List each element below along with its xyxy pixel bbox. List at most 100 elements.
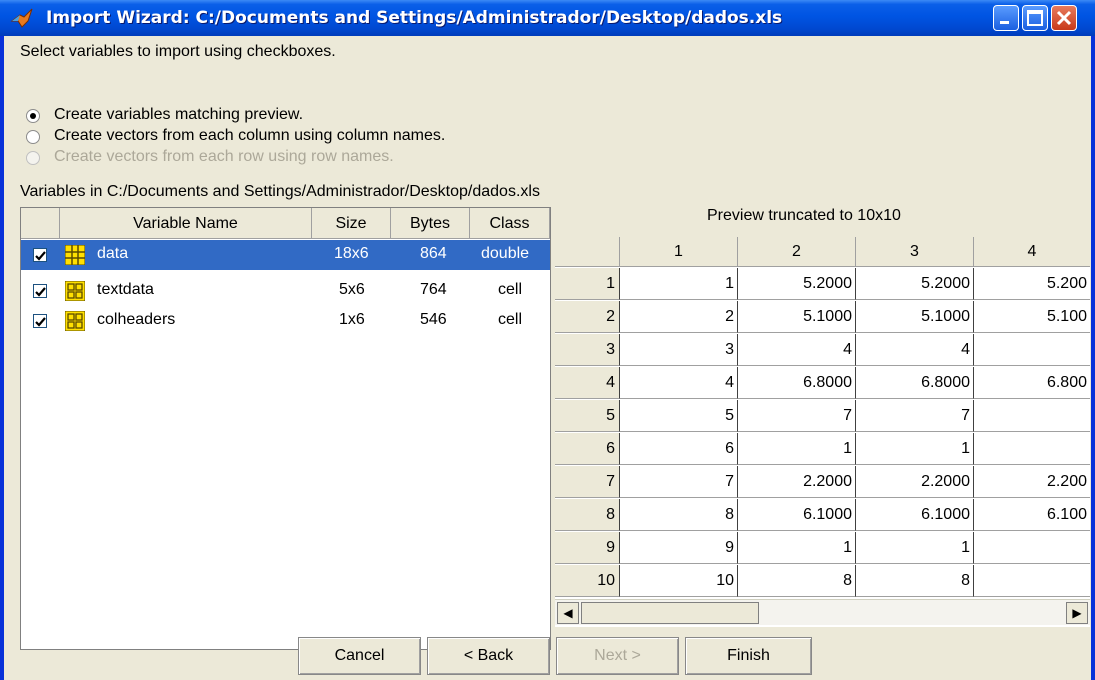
grid-cell[interactable] xyxy=(974,565,1090,597)
horizontal-scrollbar[interactable]: ◀ ▶ xyxy=(555,599,1090,625)
scroll-thumb[interactable] xyxy=(581,602,759,624)
preview-title: Preview truncated to 10x10 xyxy=(707,207,901,224)
matlab-logo-icon xyxy=(10,8,33,28)
grid-cell[interactable]: 5.2000 xyxy=(738,268,856,300)
grid-row-header: 1 xyxy=(555,268,620,300)
grid-row-header: 6 xyxy=(555,433,620,465)
minimize-button[interactable] xyxy=(993,5,1019,31)
scroll-right-arrow-icon[interactable]: ▶ xyxy=(1066,602,1088,624)
radio-button xyxy=(26,151,40,165)
column-header-size[interactable]: Size xyxy=(312,208,391,239)
checkmark-icon xyxy=(35,317,46,327)
grid-cell[interactable]: 6.100 xyxy=(974,499,1090,531)
radio-button[interactable] xyxy=(26,109,40,123)
grid-cell[interactable]: 7 xyxy=(738,400,856,432)
grid-cell[interactable]: 9 xyxy=(620,532,738,564)
grid-column-header: 3 xyxy=(856,237,974,267)
grid-column-header: 1 xyxy=(620,237,738,267)
grid-cell[interactable]: 3 xyxy=(620,334,738,366)
variable-class: cell xyxy=(498,311,523,328)
checkbox-column-header xyxy=(21,208,60,239)
variable-row-colheaders[interactable]: colheaders 1x6 546 cell xyxy=(21,306,550,336)
grid-cell[interactable]: 6.8000 xyxy=(738,367,856,399)
variable-size: 18x6 xyxy=(334,245,369,262)
variable-size: 5x6 xyxy=(339,281,365,298)
variable-bytes: 864 xyxy=(420,245,447,262)
column-header-bytes[interactable]: Bytes xyxy=(391,208,470,239)
grid-cell[interactable]: 7 xyxy=(856,400,974,432)
grid-cell[interactable]: 10 xyxy=(620,565,738,597)
variable-row-textdata[interactable]: textdata 5x6 764 cell xyxy=(21,276,550,306)
grid-cell[interactable]: 6 xyxy=(620,433,738,465)
grid-cell[interactable]: 8 xyxy=(620,499,738,531)
grid-cell[interactable]: 5.200 xyxy=(974,268,1090,300)
variable-checkbox[interactable] xyxy=(33,314,47,328)
column-header-variable-name[interactable]: Variable Name xyxy=(60,208,312,239)
grid-cell[interactable] xyxy=(974,334,1090,366)
cell-array-icon xyxy=(65,281,85,301)
variable-name: textdata xyxy=(97,281,154,298)
back-button[interactable]: < Back xyxy=(427,637,550,675)
grid-row-header: 9 xyxy=(555,532,620,564)
variable-row-data[interactable]: data 18x6 864 double xyxy=(21,240,550,270)
preview-grid[interactable]: 1 2 3 4 1 1 5.2000 5.2000 5.200 2 2 5.1000 5.100… xyxy=(555,237,1090,627)
variables-table[interactable]: Variable Name Size Bytes Class data 18x6… xyxy=(20,207,551,650)
grid-cell[interactable]: 5.2000 xyxy=(856,268,974,300)
scroll-left-arrow-icon[interactable]: ◀ xyxy=(557,602,579,624)
grid-cell[interactable]: 1 xyxy=(620,268,738,300)
grid-cell[interactable]: 5.1000 xyxy=(738,301,856,333)
grid-cell[interactable]: 8 xyxy=(856,565,974,597)
cell-array-icon xyxy=(65,311,85,331)
grid-cell[interactable]: 5.100 xyxy=(974,301,1090,333)
variable-bytes: 764 xyxy=(420,281,447,298)
grid-cell[interactable] xyxy=(974,532,1090,564)
grid-row-header: 2 xyxy=(555,301,620,333)
grid-cell[interactable]: 6.800 xyxy=(974,367,1090,399)
title-bar[interactable]: Import Wizard: C:/Documents and Settings… xyxy=(0,0,1095,36)
variable-bytes: 546 xyxy=(420,311,447,328)
column-header-class[interactable]: Class xyxy=(470,208,550,239)
grid-cell[interactable]: 4 xyxy=(620,367,738,399)
grid-cell[interactable]: 4 xyxy=(856,334,974,366)
grid-cell[interactable] xyxy=(974,400,1090,432)
grid-cell[interactable]: 2.2000 xyxy=(738,466,856,498)
grid-row-header: 4 xyxy=(555,367,620,399)
cancel-button[interactable]: Cancel xyxy=(298,637,421,675)
variable-name: colheaders xyxy=(97,311,176,328)
grid-row-header: 8 xyxy=(555,499,620,531)
maximize-icon xyxy=(1027,10,1043,26)
grid-cell[interactable]: 1 xyxy=(856,532,974,564)
grid-cell[interactable]: 4 xyxy=(738,334,856,366)
grid-cell[interactable]: 5 xyxy=(620,400,738,432)
variable-checkbox[interactable] xyxy=(33,248,47,262)
grid-cell[interactable]: 2 xyxy=(620,301,738,333)
grid-cell[interactable]: 1 xyxy=(856,433,974,465)
grid-cell[interactable]: 6.1000 xyxy=(738,499,856,531)
grid-cell[interactable]: 7 xyxy=(620,466,738,498)
grid-corner-header xyxy=(555,237,620,267)
grid-cell[interactable]: 5.1000 xyxy=(856,301,974,333)
maximize-button[interactable] xyxy=(1022,5,1048,31)
variables-label: Variables in C:/Documents and Settings/A… xyxy=(20,183,540,200)
close-icon xyxy=(1056,10,1072,26)
radio-label: Create variables matching preview. xyxy=(54,106,304,123)
grid-cell[interactable]: 2.200 xyxy=(974,466,1090,498)
variable-class: cell xyxy=(498,281,523,298)
minimize-icon xyxy=(1000,21,1009,24)
matrix-icon xyxy=(65,245,85,265)
grid-cell[interactable]: 2.2000 xyxy=(856,466,974,498)
grid-column-header: 2 xyxy=(738,237,856,267)
grid-cell[interactable]: 1 xyxy=(738,433,856,465)
finish-button[interactable]: Finish xyxy=(685,637,812,675)
grid-cell[interactable] xyxy=(974,433,1090,465)
grid-cell[interactable]: 1 xyxy=(738,532,856,564)
radio-button[interactable] xyxy=(26,130,40,144)
grid-cell[interactable]: 8 xyxy=(738,565,856,597)
window-title: Import Wizard: C:/Documents and Settings… xyxy=(46,8,783,28)
grid-column-header: 4 xyxy=(974,237,1090,267)
variable-class: double xyxy=(481,245,530,262)
close-button[interactable] xyxy=(1051,5,1077,31)
grid-cell[interactable]: 6.1000 xyxy=(856,499,974,531)
grid-cell[interactable]: 6.8000 xyxy=(856,367,974,399)
variable-checkbox[interactable] xyxy=(33,284,47,298)
